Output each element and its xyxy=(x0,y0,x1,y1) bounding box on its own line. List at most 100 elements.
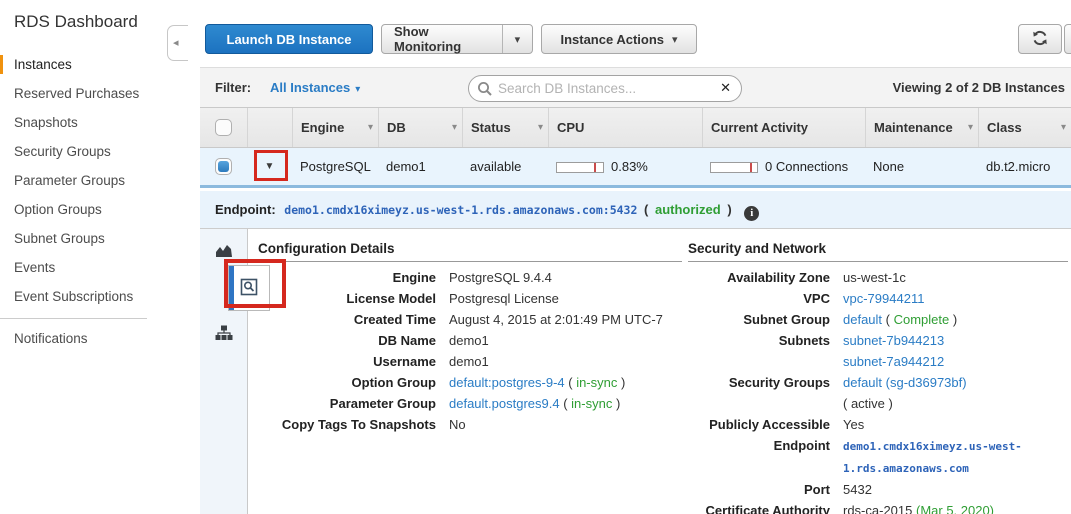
sort-arrow-icon: ▾ xyxy=(968,108,973,147)
sidebar-item-instances[interactable]: Instances xyxy=(0,50,165,79)
sidebar-item-security-groups[interactable]: Security Groups xyxy=(0,137,165,166)
detail-value: demo1.cmdx16ximeyz.us-west-1.rds.amazona… xyxy=(843,435,1064,479)
detail-text: in-sync xyxy=(571,396,612,411)
cpu-value: 0.83% xyxy=(611,159,648,174)
detail-text: ) xyxy=(617,375,625,390)
sort-arrow-icon: ▾ xyxy=(368,108,373,147)
detail-link[interactable]: demo1.cmdx16ximeyz.us-west-1.rds.amazona… xyxy=(843,440,1022,475)
sidebar-item-event-subscriptions[interactable]: Event Subscriptions xyxy=(0,282,165,311)
show-monitoring-label: Show Monitoring xyxy=(382,24,502,54)
tab-monitoring[interactable] xyxy=(200,235,248,269)
magnifier-document-icon xyxy=(240,278,258,299)
cell-current-activity: 0 Connections xyxy=(702,148,865,185)
detail-link[interactable]: default.postgres9.4 xyxy=(449,396,560,411)
column-header-class[interactable]: Class▾ xyxy=(978,108,1071,147)
detail-label: Security Groups xyxy=(688,372,843,414)
instance-actions-label: Instance Actions xyxy=(560,32,664,47)
column-header-maintenance[interactable]: Maintenance ▾ xyxy=(865,108,978,147)
detail-label: Endpoint xyxy=(688,435,843,479)
detail-label: VPC xyxy=(688,288,843,309)
detail-link[interactable]: default (sg-d36973bf) xyxy=(843,375,967,390)
launch-db-instance-button[interactable]: Launch DB Instance xyxy=(205,24,373,54)
info-icon[interactable]: i xyxy=(744,206,759,221)
column-header-label: Maintenance xyxy=(874,120,953,135)
detail-value: No xyxy=(449,414,667,435)
detail-link[interactable]: default:postgres-9-4 xyxy=(449,375,565,390)
show-monitoring-button[interactable]: Show Monitoring ▾ xyxy=(381,24,533,54)
cpu-bar xyxy=(556,162,604,173)
partial-toolbar-button[interactable] xyxy=(1064,24,1071,54)
detail-text: (Mar 5, 2020) xyxy=(916,503,994,514)
activity-bar xyxy=(710,162,758,173)
detail-pane: Configuration Details EnginePostgreSQL 9… xyxy=(200,228,1071,514)
detail-value: Postgresql License xyxy=(449,288,667,309)
chevron-down-icon: ▾ xyxy=(355,84,360,95)
filter-dropdown[interactable]: All Instances ▾ xyxy=(270,68,360,109)
panel-title: Configuration Details xyxy=(258,241,682,262)
detail-value: demo1 xyxy=(449,351,667,372)
detail-row: EnginePostgreSQL 9.4.4 xyxy=(258,267,682,288)
filter-bar: Filter: All Instances▾ ✕ Viewing 2 of 2 … xyxy=(200,67,1071,108)
instance-actions-button[interactable]: Instance Actions ▾ xyxy=(541,24,697,54)
sidebar-item-events[interactable]: Events xyxy=(0,253,165,282)
detail-label: Copy Tags To Snapshots xyxy=(258,414,449,435)
detail-tab-strip xyxy=(200,229,248,514)
detail-link[interactable]: subnet-7a944212 xyxy=(843,354,944,369)
expand-row-icon[interactable]: ▼ xyxy=(265,148,275,186)
detail-label: Option Group xyxy=(258,372,449,393)
select-all-checkbox[interactable] xyxy=(215,119,232,136)
sidebar-item-snapshots[interactable]: Snapshots xyxy=(0,108,165,137)
detail-row: Subnet Groupdefault ( Complete ) xyxy=(688,309,1068,330)
detail-label: Subnets xyxy=(688,330,843,372)
sidebar-item-parameter-groups[interactable]: Parameter Groups xyxy=(0,166,165,195)
sort-arrow-icon: ▾ xyxy=(538,108,543,147)
security-rows: Availability Zoneus-west-1cVPCvpc-799442… xyxy=(688,267,1068,514)
detail-link[interactable]: default xyxy=(843,312,882,327)
detail-label: Username xyxy=(258,351,449,372)
tab-topology[interactable] xyxy=(200,317,248,351)
endpoint-status: authorized xyxy=(655,202,721,217)
detail-text: demo1 xyxy=(449,354,489,369)
main-content: Launch DB Instance Show Monitoring ▾ Ins… xyxy=(200,0,1071,514)
column-header-engine[interactable]: Engine▾ xyxy=(292,108,378,147)
cpu-bar-tick xyxy=(594,163,596,172)
detail-label: Engine xyxy=(258,267,449,288)
detail-text: ( xyxy=(565,375,577,390)
sidebar-item-notifications[interactable]: Notifications xyxy=(0,318,147,353)
detail-text: ( xyxy=(560,396,572,411)
detail-row: Security Groupsdefault (sg-d36973bf)( ac… xyxy=(688,372,1068,414)
column-header-db-instance[interactable]: DB Instance▾ xyxy=(378,108,462,147)
detail-label: Availability Zone xyxy=(688,267,843,288)
detail-row: License ModelPostgresql License xyxy=(258,288,682,309)
column-header-cpu[interactable]: CPU xyxy=(548,108,702,147)
detail-link[interactable]: vpc-79944211 xyxy=(843,291,924,306)
endpoint-address[interactable]: demo1.cmdx16ximeyz.us-west-1.rds.amazona… xyxy=(284,203,637,217)
column-header-status[interactable]: Status▾ xyxy=(462,108,548,147)
detail-link[interactable]: subnet-7b944213 xyxy=(843,333,944,348)
activity-bar-tick xyxy=(750,163,752,172)
refresh-button[interactable] xyxy=(1018,24,1062,54)
detail-value: us-west-1c xyxy=(843,267,1064,288)
sidebar-item-reserved-purchases[interactable]: Reserved Purchases xyxy=(0,79,165,108)
row-checkbox[interactable] xyxy=(215,158,232,175)
detail-row: Certificate Authorityrds-ca-2015 (Mar 5,… xyxy=(688,500,1068,514)
sidebar-collapse-handle[interactable]: ◂ xyxy=(167,25,188,61)
sidebar-item-subnet-groups[interactable]: Subnet Groups xyxy=(0,224,165,253)
sidebar-item-option-groups[interactable]: Option Groups xyxy=(0,195,165,224)
chevron-down-icon[interactable]: ▾ xyxy=(503,33,532,46)
filter-value-label: All Instances xyxy=(270,80,350,95)
detail-text: ) xyxy=(612,396,620,411)
detail-row: Port5432 xyxy=(688,479,1068,500)
detail-label: DB Name xyxy=(258,330,449,351)
detail-value: August 4, 2015 at 2:01:49 PM UTC-7 xyxy=(449,309,667,330)
activity-value: 0 Connections xyxy=(765,159,848,174)
status-badge: available xyxy=(462,148,548,185)
search-input[interactable] xyxy=(498,78,709,99)
column-header-current-activity[interactable]: Current Activity xyxy=(702,108,865,147)
header-checkbox-cell xyxy=(200,108,247,147)
clear-search-icon[interactable]: ✕ xyxy=(720,80,731,96)
table-row[interactable]: ▼ PostgreSQL demo1 available 0.83% 0 Con… xyxy=(200,148,1071,188)
detail-value: vpc-79944211 xyxy=(843,288,1064,309)
detail-value: rds-ca-2015 (Mar 5, 2020) xyxy=(843,500,1064,514)
table-header: Engine▾DB Instance▾Status▾CPUCurrent Act… xyxy=(200,108,1071,148)
